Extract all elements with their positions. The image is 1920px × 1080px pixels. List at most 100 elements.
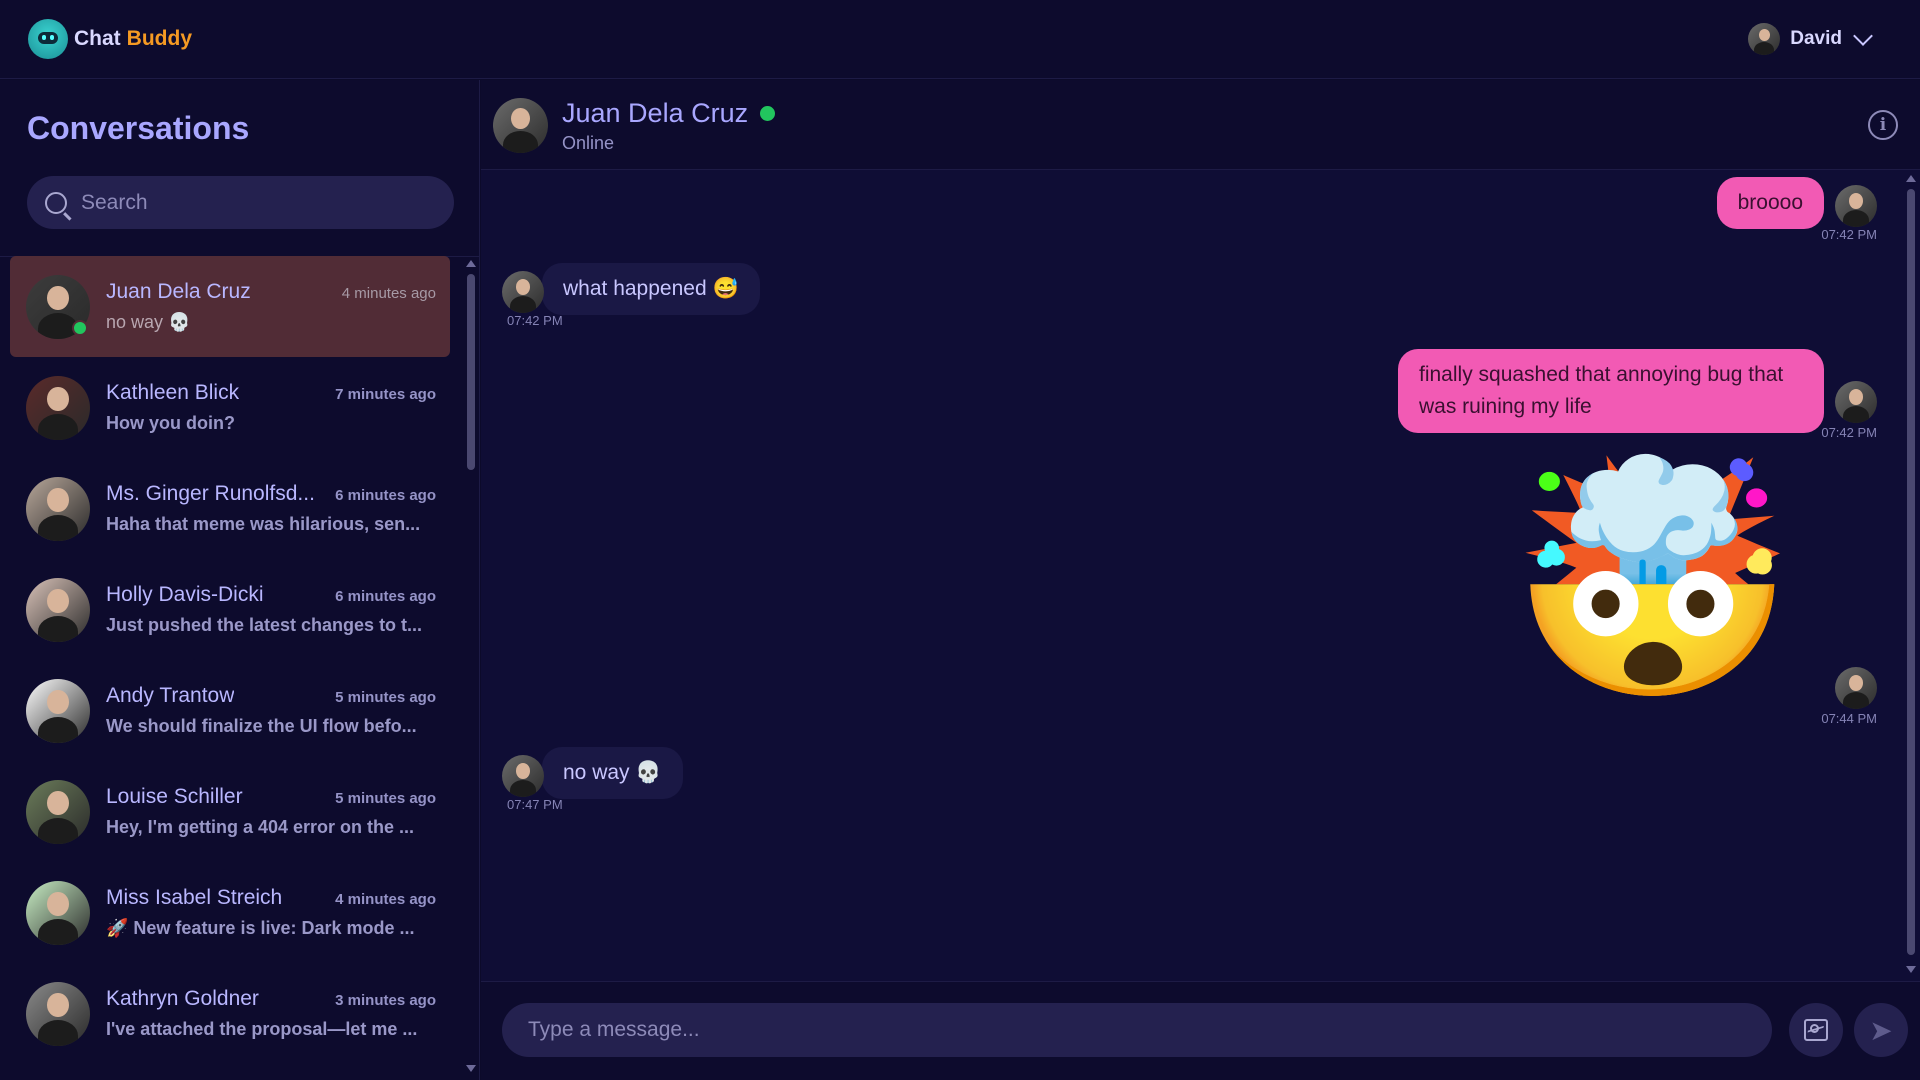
conversation-item[interactable]: Miss Isabel Streich 4 minutes ago 🚀 New fe… [10,862,450,963]
scroll-up-icon[interactable] [1906,175,1916,182]
search-input[interactable] [81,190,421,215]
conversation-name: Juan Dela Cruz [106,280,251,303]
online-indicator [760,106,776,121]
conversation-item[interactable]: Louise Schiller 5 minutes ago Hey, I'm get… [10,761,450,862]
message-area: broooo 07:42 PM what happened 😅 07:42 PM fin… [481,171,1920,981]
conversation-avatar [26,476,90,541]
message-bubble: what happened 😅 [542,263,760,315]
conversation-preview: How you doin? [106,413,235,433]
conversation-body: Louise Schiller 5 minutes ago Hey, I'm get… [106,785,436,838]
message-time: 07:42 PM [507,313,563,328]
conversation-name: Louise Schiller [106,785,243,808]
conversation-header: Juan Dela Cruz 4 minutes ago [106,280,436,304]
brand-name-part1: Chat [74,27,121,50]
online-indicator [72,320,88,336]
conversation-avatar [26,678,90,743]
sender-avatar [1835,667,1877,709]
chat-scrollbar[interactable] [1905,171,1917,981]
conversation-time: 6 minutes ago [335,487,436,504]
conversation-header: Ms. Ginger Runolfsd... 6 minutes ago [106,482,436,506]
conversation-header: Louise Schiller 5 minutes ago [106,785,436,809]
conversation-preview: Haha that meme was hilarious, sen... [106,514,421,534]
conversation-header: Andy Trantow 5 minutes ago [106,684,436,708]
conversation-name: Ms. Ginger Runolfsd... [106,482,315,505]
conversation-time: 3 minutes ago [335,992,436,1009]
conversation-preview: Hey, I'm getting a 404 error on the ... [106,817,415,837]
user-avatar [1748,23,1781,55]
conversation-item[interactable]: Juan Dela Cruz 4 minutes ago no way 💀 [10,256,450,357]
conversation-preview: We should finalize the UI flow befo... [106,716,417,736]
conversation-item[interactable]: Kathryn Goldner 3 minutes ago I've attache… [10,963,450,1064]
conversation-preview: no way 💀 [106,312,191,332]
info-icon[interactable]: i [1868,110,1898,140]
message-time: 07:47 PM [507,797,563,812]
send-button[interactable]: ➤ [1854,1003,1908,1057]
conversation-body: Kathleen Blick 7 minutes ago How you doin? [106,381,436,434]
conversation-name: Andy Trantow [106,684,235,707]
contact-name: Juan Dela Cruz [562,98,749,128]
attach-image-button[interactable] [1789,1003,1843,1057]
message-bubble: finally squashed that annoying bug that … [1398,349,1824,433]
scrollbar-thumb[interactable] [467,274,475,470]
conversation-item[interactable]: Kathleen Blick 7 minutes ago How you doin? [10,357,450,458]
brand[interactable]: Chat Buddy [28,19,192,59]
scroll-down-icon[interactable] [1906,966,1916,973]
conversation-body: Miss Isabel Streich 4 minutes ago 🚀 New fe… [106,886,436,939]
conversation-name: Kathryn Goldner [106,987,259,1010]
contact-status: Online [562,133,615,153]
brand-name-part2: Buddy [126,27,192,50]
message-time: 07:42 PM [1821,227,1877,242]
conversation-item[interactable]: Andy Trantow 5 minutes ago We should final… [10,660,450,761]
conversation-avatar [26,577,90,642]
conversation-item[interactable]: Ms. Ginger Runolfsd... 6 minutes ago Haha … [10,458,450,559]
conversation-body: Andy Trantow 5 minutes ago We should final… [106,684,436,737]
conversation-list: Juan Dela Cruz 4 minutes ago no way 💀 Kathl… [10,256,450,1080]
conversation-preview: I've attached the proposal—let me ... [106,1019,418,1039]
conversation-avatar [26,375,90,440]
conversations-sidebar: Conversations Juan Dela Cruz 4 minutes ag… [0,80,480,1080]
outgoing-message: finally squashed that annoying bug that … [481,171,1901,971]
conversation-avatar [26,981,90,1046]
message-bubble: broooo [1716,177,1824,229]
contact-avatar [502,755,544,797]
conversation-time: 4 minutes ago [341,285,436,302]
message-time: 07:42 PM [1821,425,1877,440]
chevron-down-icon [1853,26,1873,46]
scroll-down-icon[interactable] [466,1065,476,1072]
scroll-up-icon[interactable] [466,260,476,267]
user-name: David [1790,28,1842,49]
sender-avatar [1835,185,1877,227]
search-box[interactable] [27,176,454,229]
conversation-name: Holly Davis-Dicki [106,583,264,606]
contact-avatar [502,271,544,313]
contact-avatar[interactable] [493,98,548,153]
conversation-time: 4 minutes ago [335,891,436,908]
conversation-body: Kathryn Goldner 3 minutes ago I've attache… [106,987,436,1040]
conversation-time: 5 minutes ago [335,689,436,706]
emoji-sticker: 🤯 [1509,447,1796,714]
conversation-time: 6 minutes ago [335,588,436,605]
conversation-item[interactable]: Holly Davis-Dicki 6 minutes ago Just pushe… [10,559,450,660]
message-bubble: no way 💀 [542,747,683,799]
conversation-header: Holly Davis-Dicki 6 minutes ago [106,583,436,607]
outgoing-message: 🤯 07:44 PM [481,171,1901,971]
user-menu[interactable]: David [1748,23,1873,55]
outgoing-message: broooo 07:42 PM [481,171,1901,971]
conversation-header: Miss Isabel Streich 4 minutes ago [106,886,436,910]
conversation-body: Ms. Ginger Runolfsd... 6 minutes ago Haha … [106,482,436,535]
conversation-preview: Just pushed the latest changes to t... [106,615,423,635]
sender-avatar [1835,381,1877,423]
sidebar-scrollbar[interactable] [465,256,477,1080]
conversation-avatar [26,880,90,945]
message-input[interactable] [502,1003,1772,1057]
sidebar-title: Conversations [27,110,250,146]
chat-panel: Juan Dela Cruz Online i broooo 07:42 PM wh… [481,80,1920,1080]
scrollbar-thumb[interactable] [1907,189,1915,955]
conversation-time: 5 minutes ago [335,790,436,807]
incoming-message: what happened 😅 07:42 PM [481,171,1901,971]
contact-name-wrap: Juan Dela Cruz [562,98,776,129]
conversation-avatar [26,779,90,844]
chatbot-logo-icon [28,19,68,59]
conversation-time: 7 minutes ago [335,386,436,403]
message-composer: ➤ [481,981,1920,1080]
